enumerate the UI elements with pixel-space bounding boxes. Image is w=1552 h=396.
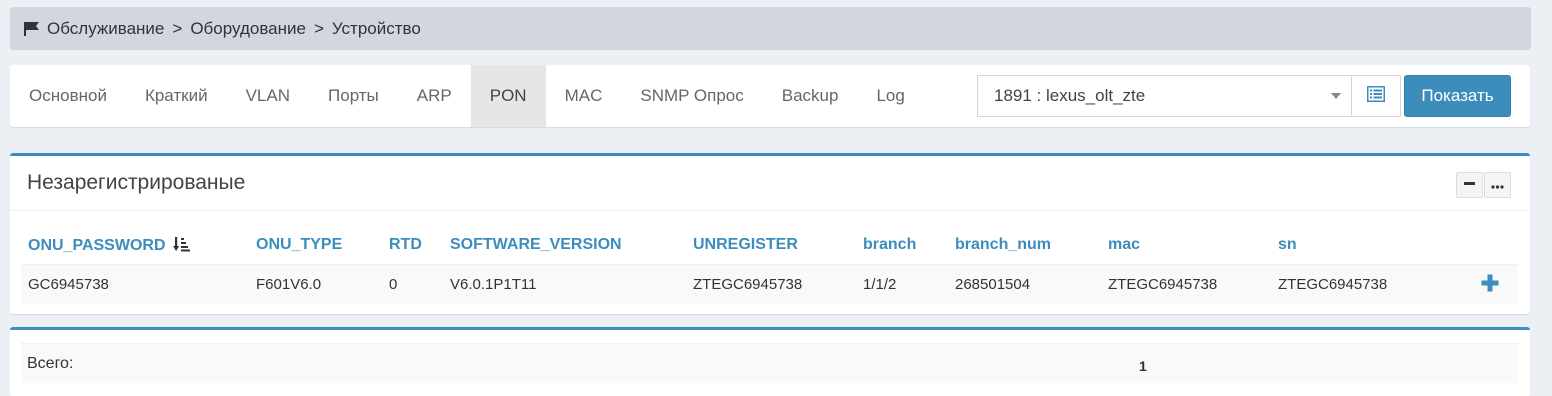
tab-mac[interactable]: MAC xyxy=(546,65,622,127)
tab-main[interactable]: Основной xyxy=(10,65,126,127)
device-nav-panel: Основной Краткий VLAN Порты ARP PON MAC … xyxy=(10,65,1530,127)
table-cell: 0 xyxy=(389,276,398,293)
table-cell: 268501504 xyxy=(955,276,1031,293)
box-title: Незарегистрированые xyxy=(27,171,246,194)
device-list-button[interactable] xyxy=(1351,75,1401,117)
breadcrumb-item[interactable]: Оборудование xyxy=(190,19,306,39)
register-onu-button[interactable] xyxy=(1480,273,1500,293)
breadcrumb-separator: > xyxy=(172,18,183,38)
breadcrumb-item[interactable]: Обслуживание xyxy=(47,19,164,39)
collapse-button[interactable] xyxy=(1456,172,1483,198)
device-select-value: 1891 : lexus_olt_zte xyxy=(994,86,1146,105)
sort-amount-down-icon[interactable] xyxy=(172,236,191,257)
tab-backup[interactable]: Backup xyxy=(763,65,858,127)
breadcrumb: Обслуживание > Оборудование > Устройство xyxy=(10,7,1531,50)
tab-log[interactable]: Log xyxy=(857,65,923,127)
tab-brief[interactable]: Краткий xyxy=(126,65,227,127)
chevron-down-icon xyxy=(1331,93,1341,99)
total-value: 1 xyxy=(1139,358,1147,374)
table-cell: F601V6.0 xyxy=(256,276,322,293)
summary-box: Всего: 1 xyxy=(10,327,1530,396)
column-header-branch[interactable]: branch xyxy=(863,236,916,254)
table-cell: 1/1/2 xyxy=(863,276,897,293)
ellipsis-icon xyxy=(1491,176,1504,194)
tab-bar: Основной Краткий VLAN Порты ARP PON MAC … xyxy=(10,65,924,127)
table-cell: V6.0.1P1T11 xyxy=(450,276,537,293)
tab-vlan[interactable]: VLAN xyxy=(227,65,309,127)
plus-icon xyxy=(1480,274,1500,297)
tab-arp[interactable]: ARP xyxy=(398,65,471,127)
list-icon xyxy=(1367,85,1385,107)
breadcrumb-separator: > xyxy=(313,18,324,38)
tab-ports[interactable]: Порты xyxy=(309,65,398,127)
column-header-sn[interactable]: sn xyxy=(1278,236,1297,254)
column-header-unregister[interactable]: UNREGISTER xyxy=(693,236,798,254)
column-header-branch-num[interactable]: branch_num xyxy=(955,236,1051,254)
column-header-rtd[interactable]: RTD xyxy=(389,236,422,254)
total-label: Всего: xyxy=(27,355,74,372)
flag-icon xyxy=(23,21,41,37)
tab-snmp-poll[interactable]: SNMP Опрос xyxy=(621,65,762,127)
unregistered-box: Незарегистрированые ONU_PASSWORD ONU_TYP… xyxy=(10,153,1530,314)
more-options-button[interactable] xyxy=(1484,172,1511,198)
box-header-divider xyxy=(10,210,1530,211)
column-header-onu-password[interactable]: ONU_PASSWORD xyxy=(28,236,191,257)
breadcrumb-item: Устройство xyxy=(331,18,421,38)
device-select[interactable]: 1891 : lexus_olt_zte xyxy=(977,75,1352,117)
minus-icon xyxy=(1464,176,1475,194)
summary-row xyxy=(21,343,1518,383)
table-cell: ZTEGC6945738 xyxy=(1108,276,1218,293)
show-button[interactable]: Показать xyxy=(1404,75,1511,117)
table-cell: GC6945738 xyxy=(28,276,109,293)
table-cell: ZTEGC6945738 xyxy=(693,276,803,293)
column-header-label: ONU_PASSWORD xyxy=(28,237,166,254)
tab-pon[interactable]: PON xyxy=(470,65,546,127)
table-cell: ZTEGC6945738 xyxy=(1278,276,1388,293)
column-header-software-version[interactable]: SOFTWARE_VERSION xyxy=(450,236,622,254)
column-header-mac[interactable]: mac xyxy=(1108,236,1140,254)
column-header-onu-type[interactable]: ONU_TYPE xyxy=(256,236,342,254)
